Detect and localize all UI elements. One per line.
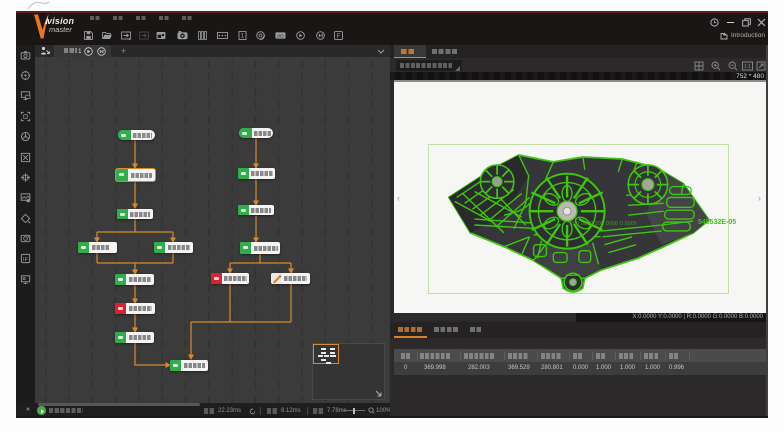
svg-text:F: F bbox=[337, 33, 341, 40]
svg-text:1: 1 bbox=[241, 33, 245, 40]
svg-text:I/O: I/O bbox=[277, 34, 284, 40]
svg-text:1:1: 1:1 bbox=[744, 64, 751, 70]
svg-text:IF: IF bbox=[23, 257, 29, 263]
